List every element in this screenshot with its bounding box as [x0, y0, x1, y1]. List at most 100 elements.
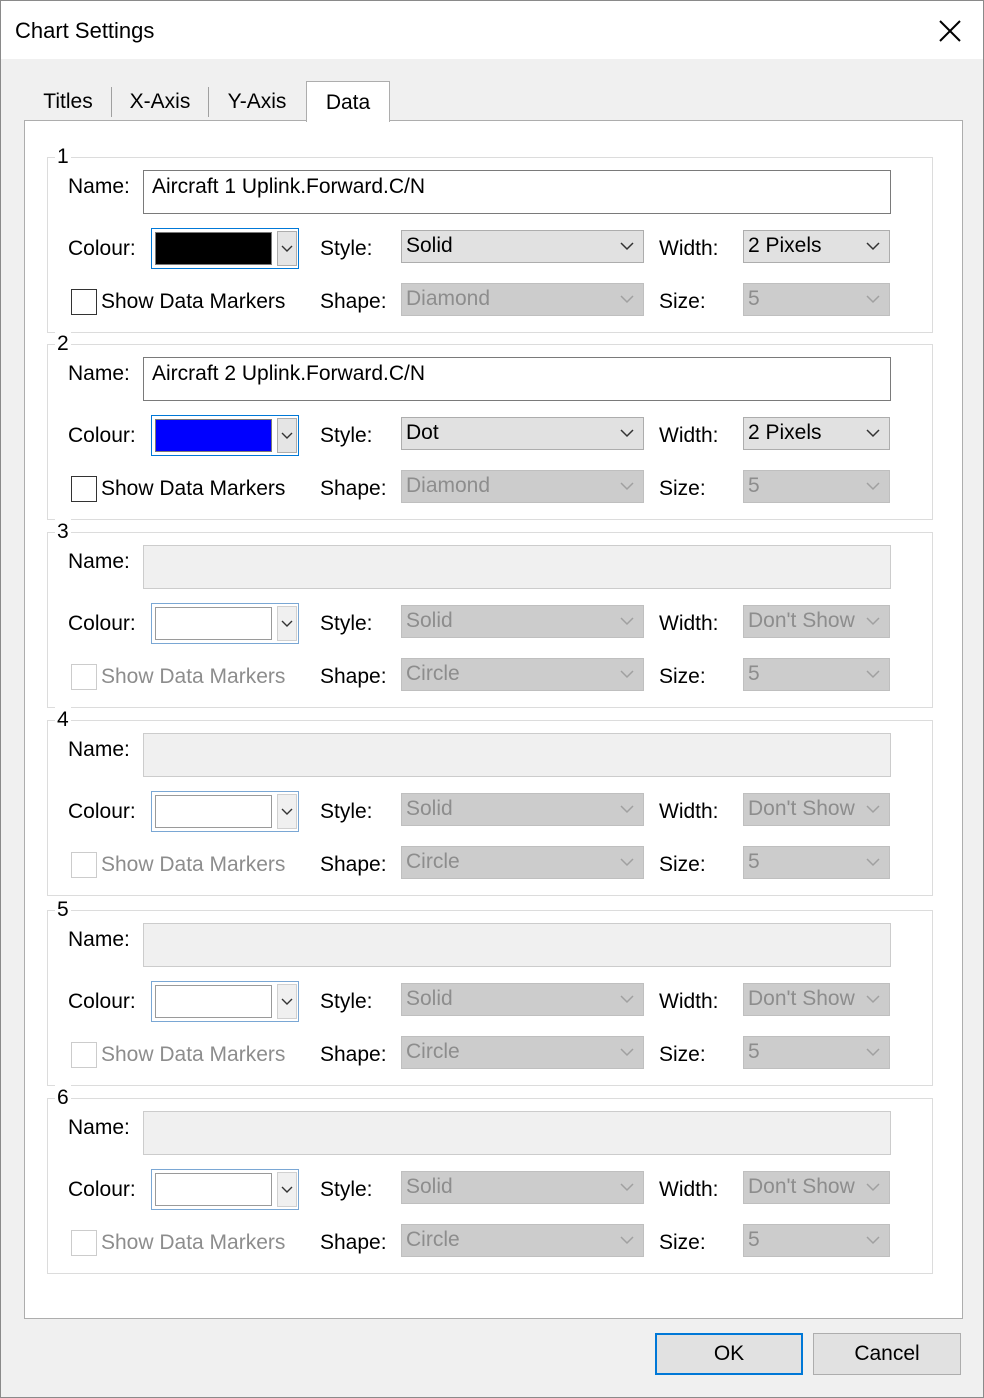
chevron-down-icon — [620, 670, 634, 679]
show-data-markers-checkbox[interactable] — [71, 852, 97, 878]
size-select[interactable]: 5 — [743, 1224, 890, 1257]
colour-picker[interactable] — [151, 981, 299, 1022]
style-value: Solid — [406, 609, 453, 632]
width-select[interactable]: 2 Pixels — [743, 417, 890, 450]
chevron-down-icon — [281, 245, 293, 252]
show-data-markers-label: Show Data Markers — [101, 665, 286, 688]
width-value: Don't Show — [748, 797, 855, 820]
series-name-input[interactable] — [143, 923, 891, 967]
shape-value: Circle — [406, 850, 460, 873]
name-label: Name: — [68, 928, 130, 951]
size-select[interactable]: 5 — [743, 658, 890, 691]
series-name-input[interactable]: Aircraft 1 Uplink.Forward.C/N — [143, 170, 891, 214]
show-data-markers-checkbox[interactable] — [71, 664, 97, 690]
shape-select[interactable]: Circle — [401, 846, 644, 879]
size-value: 5 — [748, 1228, 760, 1251]
chevron-down-icon — [620, 1183, 634, 1192]
tab-strip: Titles X-Axis Y-Axis Data — [25, 81, 405, 122]
show-data-markers-label: Show Data Markers — [101, 1231, 286, 1254]
colour-dropdown-button[interactable] — [277, 231, 297, 266]
colour-label: Colour: — [68, 424, 136, 447]
style-select[interactable]: Solid — [401, 605, 644, 638]
width-value: 2 Pixels — [748, 421, 822, 444]
cancel-button[interactable]: Cancel — [813, 1333, 961, 1375]
colour-picker[interactable] — [151, 791, 299, 832]
series-group-5: 5 Name: Colour: Style: Solid Width: Don'… — [47, 897, 933, 1086]
shape-select[interactable]: Circle — [401, 1036, 644, 1069]
shape-select[interactable]: Diamond — [401, 283, 644, 316]
tab-data[interactable]: Data — [306, 81, 390, 122]
shape-select[interactable]: Circle — [401, 1224, 644, 1257]
width-label: Width: — [659, 1178, 719, 1201]
name-label: Name: — [68, 175, 130, 198]
colour-picker[interactable] — [151, 415, 299, 456]
shape-value: Circle — [406, 1040, 460, 1063]
size-select[interactable]: 5 — [743, 1036, 890, 1069]
colour-picker[interactable] — [151, 228, 299, 269]
name-label: Name: — [68, 1116, 130, 1139]
width-select[interactable]: Don't Show — [743, 1171, 890, 1204]
width-label: Width: — [659, 424, 719, 447]
ok-button[interactable]: OK — [655, 1333, 803, 1375]
show-data-markers-checkbox[interactable] — [71, 289, 97, 315]
size-value: 5 — [748, 287, 760, 310]
close-button[interactable] — [923, 9, 977, 53]
series-name-input[interactable] — [143, 1111, 891, 1155]
style-select[interactable]: Solid — [401, 1171, 644, 1204]
chevron-down-icon — [620, 805, 634, 814]
shape-label: Shape: — [320, 477, 387, 500]
chevron-down-icon — [620, 1236, 634, 1245]
size-value: 5 — [748, 662, 760, 685]
colour-dropdown-button[interactable] — [277, 606, 297, 641]
width-label: Width: — [659, 990, 719, 1013]
style-value: Solid — [406, 234, 453, 257]
size-label: Size: — [659, 290, 706, 313]
tab-y-axis[interactable]: Y-Axis — [209, 87, 305, 121]
chevron-down-icon — [866, 1183, 880, 1192]
style-select[interactable]: Dot — [401, 417, 644, 450]
colour-picker[interactable] — [151, 1169, 299, 1210]
style-label: Style: — [320, 1178, 373, 1201]
colour-label: Colour: — [68, 800, 136, 823]
size-select[interactable]: 5 — [743, 470, 890, 503]
width-select[interactable]: 2 Pixels — [743, 230, 890, 263]
style-select[interactable]: Solid — [401, 983, 644, 1016]
style-label: Style: — [320, 800, 373, 823]
chevron-down-icon — [866, 617, 880, 626]
width-select[interactable]: Don't Show — [743, 605, 890, 638]
size-select[interactable]: 5 — [743, 283, 890, 316]
series-name-input[interactable] — [143, 545, 891, 589]
shape-select[interactable]: Circle — [401, 658, 644, 691]
width-select[interactable]: Don't Show — [743, 793, 890, 826]
series-name-input[interactable]: Aircraft 2 Uplink.Forward.C/N — [143, 357, 891, 401]
chevron-down-icon — [620, 429, 634, 438]
width-select[interactable]: Don't Show — [743, 983, 890, 1016]
show-data-markers-checkbox[interactable] — [71, 1230, 97, 1256]
shape-value: Diamond — [406, 474, 491, 497]
tab-x-axis[interactable]: X-Axis — [112, 87, 208, 121]
style-select[interactable]: Solid — [401, 230, 644, 263]
series-number: 3 — [55, 519, 71, 545]
tab-titles[interactable]: Titles — [25, 87, 111, 121]
colour-dropdown-button[interactable] — [277, 984, 297, 1019]
size-label: Size: — [659, 853, 706, 876]
width-label: Width: — [659, 800, 719, 823]
close-icon — [939, 20, 961, 42]
style-select[interactable]: Solid — [401, 793, 644, 826]
show-data-markers-checkbox[interactable] — [71, 476, 97, 502]
name-label: Name: — [68, 362, 130, 385]
colour-picker[interactable] — [151, 603, 299, 644]
colour-dropdown-button[interactable] — [277, 1172, 297, 1207]
series-number: 6 — [55, 1085, 71, 1111]
series-number: 1 — [55, 144, 71, 170]
size-select[interactable]: 5 — [743, 846, 890, 879]
show-data-markers-label: Show Data Markers — [101, 477, 286, 500]
shape-select[interactable]: Diamond — [401, 470, 644, 503]
colour-dropdown-button[interactable] — [277, 418, 297, 453]
series-group-1: 1 Name: Aircraft 1 Uplink.Forward.C/N Co… — [47, 144, 933, 333]
colour-dropdown-button[interactable] — [277, 794, 297, 829]
show-data-markers-checkbox[interactable] — [71, 1042, 97, 1068]
series-name-input[interactable] — [143, 733, 891, 777]
chevron-down-icon — [866, 429, 880, 438]
chevron-down-icon — [620, 995, 634, 1004]
